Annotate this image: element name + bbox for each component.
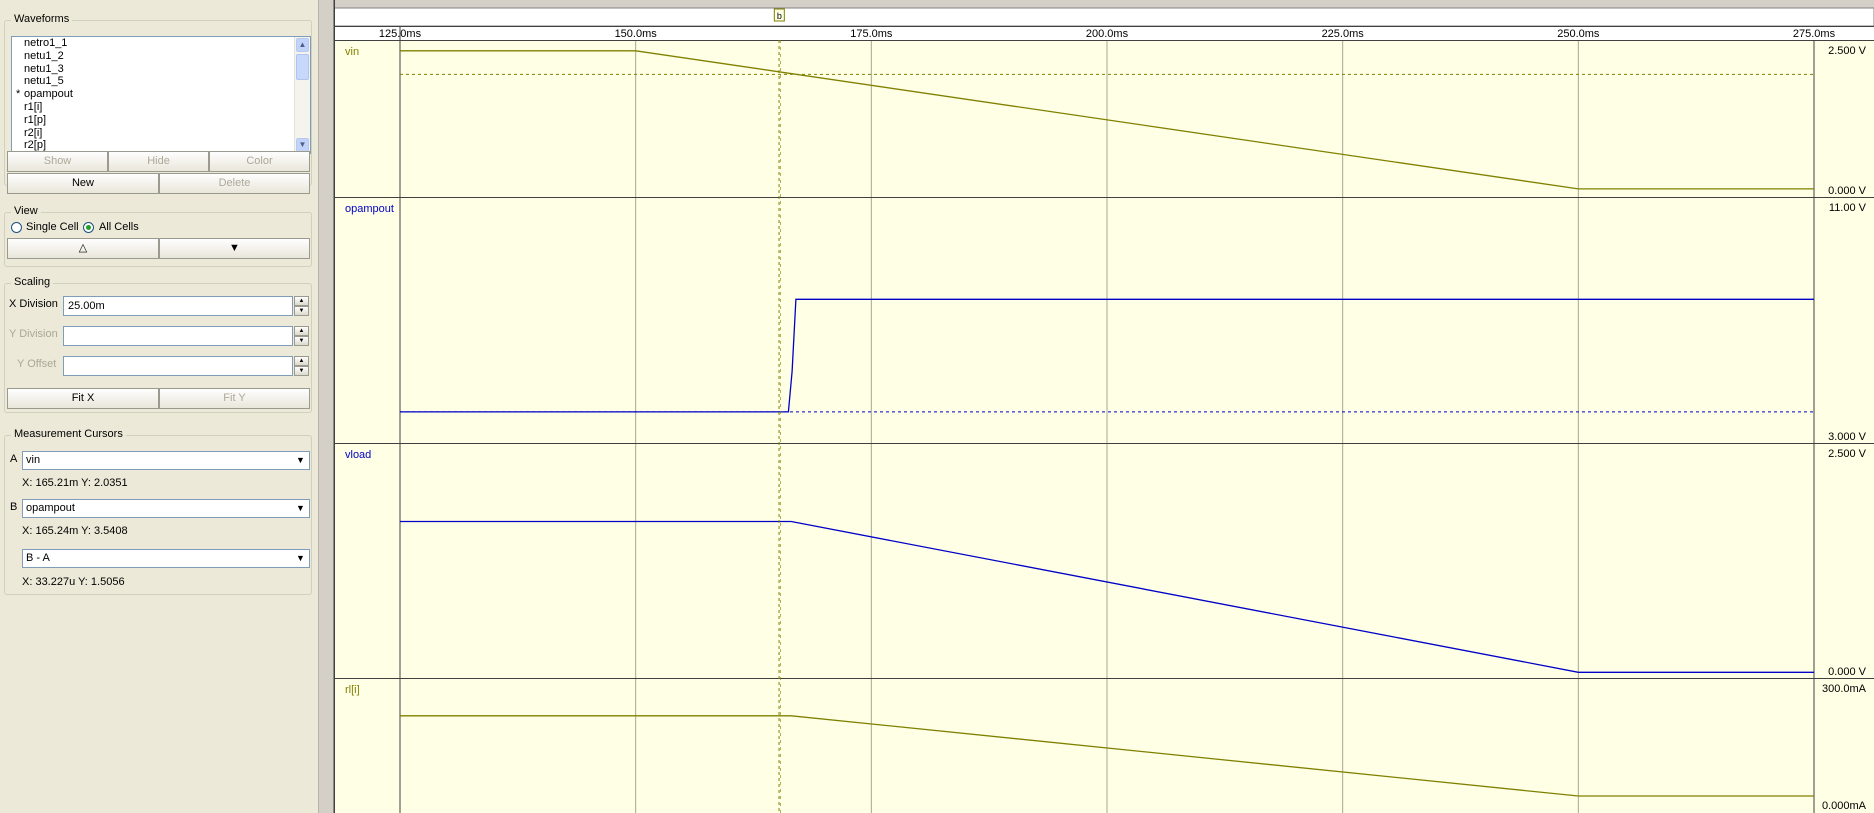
cursor-marker-track	[334, 7, 1874, 27]
waveform-list-item-label: netu1_3	[24, 62, 64, 75]
y-offset-input[interactable]	[63, 356, 293, 376]
waveform-list-item[interactable]: * opampout	[12, 88, 310, 101]
dropdown-arrow-icon[interactable]: ▼	[293, 551, 308, 566]
y-min-label-rl-i: 0.000mA	[1822, 800, 1867, 812]
cursor-a-select[interactable]: vin ▼	[22, 451, 310, 470]
cursor-marker-letter: b	[777, 11, 782, 21]
waveform-list-item[interactable]: r1[i]	[12, 101, 310, 114]
time-tick-label: 225.0ms	[1322, 28, 1365, 40]
waveform-list-item[interactable]: netu1_2	[12, 50, 310, 63]
signal-label-vin: vin	[345, 46, 359, 58]
waveform-list-scrollbar[interactable]: ▲ ▼	[294, 37, 310, 153]
waveform-list-item-label: r2[i]	[24, 126, 43, 139]
time-tick-label: 200.0ms	[1086, 28, 1129, 40]
move-down-button[interactable]: ▼	[159, 238, 310, 259]
waveform-list-item-label: opampout	[24, 88, 73, 101]
cursor-diff-select[interactable]: B - A ▼	[22, 549, 310, 568]
view-group: View Single Cell All Cells △ ▼	[4, 205, 312, 267]
cursor-b-label: B	[10, 501, 18, 513]
scaling-group-title: Scaling	[11, 276, 54, 288]
cursor-a-label: A	[10, 453, 18, 465]
signal-label-opampout: opampout	[345, 203, 394, 215]
waveform-list-item-label: netu1_2	[24, 49, 64, 62]
waveform-list-item[interactable]: netu1_5	[12, 75, 310, 88]
new-button[interactable]: New	[7, 173, 159, 194]
waveform-list-item-label: r1[p]	[24, 113, 47, 126]
y-max-label-rl-i: 300.0mA	[1822, 683, 1867, 695]
panel-splitter[interactable]	[318, 0, 334, 813]
y-min-label-vload: 0.000 V	[1828, 666, 1867, 678]
y-min-label-vin: 0.000 V	[1828, 185, 1867, 197]
waveform-list-item[interactable]: r2[i]	[12, 127, 310, 140]
waveform-list-item-label: netu1_5	[24, 75, 64, 88]
show-button[interactable]: Show	[7, 151, 108, 172]
y-offset-label: Y Offset	[17, 358, 57, 370]
active-marker: *	[16, 88, 21, 101]
y-division-input[interactable]	[63, 326, 293, 346]
plot-background	[334, 40, 1874, 813]
scaling-group: Scaling X Division 25.00m ▲ ▼ Y Division …	[4, 276, 312, 413]
move-up-button[interactable]: △	[7, 238, 159, 259]
waveform-list-item[interactable]: netu1_3	[12, 63, 310, 76]
cursor-b-selected: opampout	[26, 502, 75, 514]
waveform-list-item-label: r1[i]	[24, 100, 43, 113]
cursor-a-readout: X: 165.21m Y: 2.0351	[22, 477, 128, 489]
waveform-list-item[interactable]: r1[p]	[12, 114, 310, 127]
y-min-label-opampout: 3.000 V	[1828, 431, 1867, 443]
dropdown-arrow-icon[interactable]: ▼	[293, 501, 308, 516]
single-cell-radio[interactable]	[11, 222, 22, 233]
single-cell-label: Single Cell	[26, 221, 79, 233]
y-offset-spinner[interactable]: ▲ ▼	[294, 356, 309, 376]
x-division-input[interactable]: 25.00m	[63, 296, 293, 316]
delete-button[interactable]: Delete	[159, 173, 310, 194]
fit-y-button[interactable]: Fit Y	[159, 388, 310, 409]
y-division-label: Y Division	[9, 328, 58, 340]
time-tick-label: 175.0ms	[850, 28, 893, 40]
scroll-thumb[interactable]	[296, 54, 309, 80]
waveform-list-item-label: netro1_1	[24, 37, 68, 49]
signal-label-rl-i: rl[i]	[345, 684, 360, 696]
measurement-cursors-group: Measurement Cursors A vin ▼ X: 165.21m Y…	[4, 428, 312, 595]
all-cells-label: All Cells	[99, 221, 139, 233]
waveforms-group-title: Waveforms	[11, 13, 73, 25]
measurement-cursors-title: Measurement Cursors	[11, 428, 126, 440]
waveform-list-item-label: r2[p]	[24, 139, 47, 152]
y-division-spinner[interactable]: ▲ ▼	[294, 326, 309, 346]
dropdown-arrow-icon[interactable]: ▼	[293, 453, 308, 468]
cursor-b-readout: X: 165.24m Y: 3.5408	[22, 525, 128, 537]
cursor-a-selected: vin	[26, 454, 41, 466]
cursor-diff-selected: B - A	[26, 552, 50, 564]
color-button[interactable]: Color	[209, 151, 310, 172]
view-group-title: View	[11, 205, 41, 217]
x-division-spinner[interactable]: ▲ ▼	[294, 296, 309, 316]
time-tick-label: 150.0ms	[615, 28, 658, 40]
time-tick-label: 250.0ms	[1557, 28, 1600, 40]
time-tick-label: 275.0ms	[1793, 28, 1836, 40]
x-division-label: X Division	[9, 298, 58, 310]
control-panel: Waveforms netro1_1 netu1_2 netu1_3 netu1_5 *…	[0, 0, 318, 813]
signal-label-vload: vload	[345, 449, 371, 461]
waveform-list-item[interactable]: netro1_1	[12, 37, 310, 50]
hide-button[interactable]: Hide	[108, 151, 209, 172]
waveform-list[interactable]: netro1_1 netu1_2 netu1_3 netu1_5 * opampout r1…	[11, 36, 311, 154]
y-max-label-opampout: 11.00 V	[1829, 202, 1867, 214]
cursor-diff-readout: X: 33.227u Y: 1.5056	[22, 576, 125, 588]
y-max-label-vin: 2.500 V	[1828, 45, 1867, 57]
fit-x-button[interactable]: Fit X	[7, 388, 159, 409]
scroll-up-arrow-icon[interactable]: ▲	[296, 38, 309, 52]
all-cells-radio[interactable]	[83, 222, 94, 233]
y-max-label-vload: 2.500 V	[1828, 448, 1867, 460]
scroll-down-arrow-icon[interactable]: ▼	[296, 138, 309, 152]
cursor-b-select[interactable]: opampout ▼	[22, 499, 310, 518]
waveforms-group: Waveforms netro1_1 netu1_2 netu1_3 netu1_5 *…	[4, 13, 312, 194]
waveform-plot[interactable]: 125.0ms 150.0ms 175.0ms 200.0ms 225.0ms 250.0…	[334, 0, 1874, 813]
